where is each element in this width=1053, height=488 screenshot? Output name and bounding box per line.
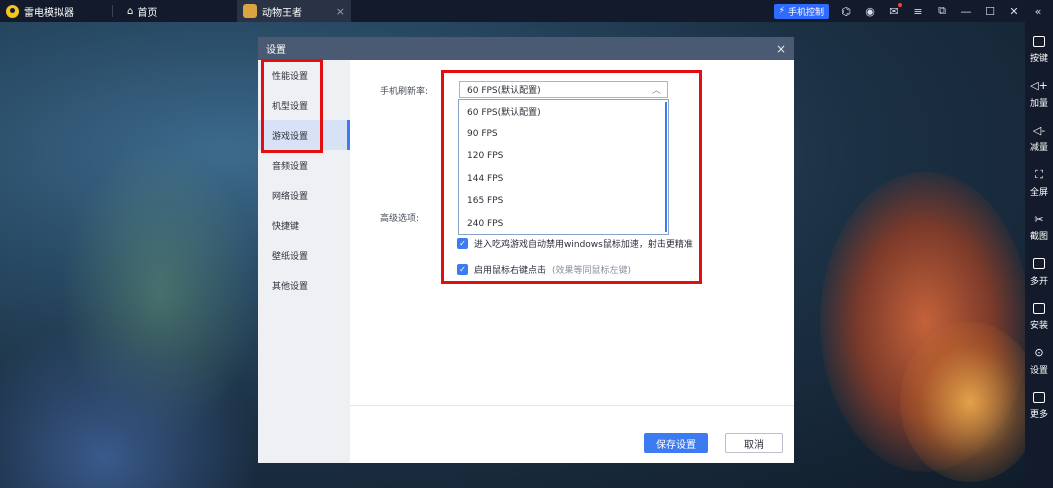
- home-tab[interactable]: ⌂ 首页: [113, 0, 231, 22]
- menu-icon[interactable]: ≡: [911, 4, 925, 18]
- phone-control-label: 手机控制: [787, 7, 824, 18]
- title-bar: 雷电模拟器 ⌂ 首页 动物王者 × ⚡ 手机控制 ⌬ ◉ ✉ ≡ ⧉ — ☐ ✕…: [0, 0, 1053, 22]
- close-icon[interactable]: ✕: [1007, 4, 1021, 18]
- collapse-icon[interactable]: «: [1031, 4, 1045, 18]
- dialog-close-icon[interactable]: ×: [776, 42, 786, 56]
- record-icon[interactable]: ◉: [863, 4, 877, 18]
- apk-icon: [1032, 301, 1046, 315]
- fps-option[interactable]: 120 FPS: [459, 145, 668, 168]
- nav-network[interactable]: 网络设置: [258, 180, 350, 210]
- nav-game[interactable]: 游戏设置: [258, 120, 350, 150]
- dialog-title: 设置: [266, 45, 286, 56]
- nav-other[interactable]: 其他设置: [258, 270, 350, 300]
- toolbar-keys-label: 按键: [1029, 54, 1048, 64]
- restore-icon[interactable]: ⧉: [935, 4, 949, 18]
- right-toolbar: 按键 ◁+ 加量 ◁- 减量 ⛶ 全屏 ✂ 截图 多开 安装 ⊙ 设置 更多: [1025, 22, 1053, 488]
- refresh-rate-label: 手机刷新率:: [380, 87, 429, 97]
- home-tab-label: 首页: [137, 7, 158, 19]
- scissors-icon: ✂: [1034, 212, 1044, 226]
- home-icon: ⌂: [127, 5, 134, 17]
- game-tab[interactable]: 动物王者 ×: [237, 0, 351, 22]
- mouse-accel-option[interactable]: ✓ 进入吃鸡游戏自动禁用windows鼠标加速，射击更精准: [457, 237, 693, 250]
- fps-option[interactable]: 165 FPS: [459, 190, 668, 213]
- toolbar-multi[interactable]: 多开: [1030, 257, 1048, 302]
- toolbar-volume-down-label: 减量: [1029, 143, 1048, 153]
- toolbar-install[interactable]: 安装: [1030, 301, 1048, 346]
- toolbar-settings-label: 设置: [1029, 365, 1048, 376]
- minimize-icon[interactable]: —: [959, 4, 973, 18]
- dialog-footer: 保存设置 取消: [350, 405, 794, 463]
- toolbar-volume-down[interactable]: ◁- 减量: [1030, 123, 1048, 168]
- settings-dialog: 设置 × 性能设置 机型设置 游戏设置 音频设置 网络设置 快捷键 壁纸设置 其…: [258, 37, 794, 463]
- toolbar-more[interactable]: 更多: [1030, 390, 1048, 435]
- refresh-rate-select[interactable]: 60 FPS(默认配置) ︿: [459, 81, 668, 98]
- fps-option[interactable]: 90 FPS: [459, 123, 668, 146]
- toolbar-keys[interactable]: 按键: [1030, 34, 1048, 79]
- checkbox-checked-icon[interactable]: ✓: [457, 238, 468, 249]
- toolbar-fullscreen[interactable]: ⛶ 全屏: [1030, 168, 1048, 213]
- toolbar-screenshot[interactable]: ✂ 截图: [1030, 212, 1048, 257]
- nav-device-model[interactable]: 机型设置: [258, 90, 350, 120]
- maximize-icon[interactable]: ☐: [983, 4, 997, 18]
- nav-audio[interactable]: 音频设置: [258, 150, 350, 180]
- checkbox-checked-icon[interactable]: ✓: [457, 264, 468, 275]
- toolbar-install-label: 安装: [1029, 321, 1048, 331]
- chevron-up-icon: ︿: [651, 86, 661, 96]
- right-click-label: 启用鼠标右键点击: [474, 266, 547, 276]
- toolbar-volume-up[interactable]: ◁+ 加量: [1030, 79, 1048, 124]
- fps-option[interactable]: 240 FPS: [459, 213, 668, 236]
- tab-close-icon[interactable]: ×: [336, 5, 345, 18]
- mouse-accel-label: 进入吃鸡游戏自动禁用windows鼠标加速，射击更精准: [474, 240, 693, 250]
- nav-performance[interactable]: 性能设置: [258, 60, 350, 90]
- multi-instance-icon: [1032, 257, 1046, 271]
- game-tab-label: 动物王者: [262, 7, 302, 19]
- toolbar-settings[interactable]: ⊙ 设置: [1030, 346, 1048, 391]
- volume-up-icon: ◁+: [1030, 79, 1048, 92]
- gamepad-icon[interactable]: ⌬: [839, 4, 853, 18]
- volume-down-icon: ◁-: [1032, 123, 1046, 137]
- settings-icon: ⊙: [1034, 346, 1044, 359]
- dropdown-scrollbar[interactable]: [665, 102, 667, 232]
- fps-option[interactable]: 60 FPS(默认配置): [459, 100, 668, 123]
- game-app-icon: [243, 4, 257, 18]
- advanced-options-label: 高级选项:: [380, 214, 420, 224]
- lightning-icon: ⚡: [778, 6, 785, 16]
- fullscreen-icon: ⛶: [1035, 167, 1043, 181]
- cancel-button[interactable]: 取消: [725, 433, 783, 453]
- right-click-option[interactable]: ✓ 启用鼠标右键点击 (效果等同鼠标左键): [457, 263, 631, 276]
- dialog-header: 设置 ×: [258, 37, 794, 60]
- toolbar-screenshot-label: 截图: [1029, 232, 1048, 242]
- right-click-hint: (效果等同鼠标左键): [552, 266, 632, 276]
- save-button[interactable]: 保存设置: [644, 433, 708, 453]
- fps-option[interactable]: 144 FPS: [459, 168, 668, 191]
- toolbar-multi-label: 多开: [1029, 276, 1048, 287]
- settings-nav: 性能设置 机型设置 游戏设置 音频设置 网络设置 快捷键 壁纸设置 其他设置: [258, 60, 350, 463]
- toolbar-fullscreen-label: 全屏: [1029, 187, 1048, 198]
- app-title: 雷电模拟器: [0, 0, 112, 22]
- nav-wallpaper[interactable]: 壁纸设置: [258, 240, 350, 270]
- more-icon: [1032, 390, 1046, 404]
- bg-glow-bottom-left: [0, 322, 260, 488]
- mail-icon[interactable]: ✉: [887, 3, 902, 18]
- refresh-rate-value: 60 FPS(默认配置): [467, 86, 541, 96]
- app-logo-icon: [6, 4, 19, 18]
- refresh-rate-dropdown: 60 FPS(默认配置) 90 FPS 120 FPS 144 FPS 165 …: [458, 99, 669, 235]
- keyboard-icon: [1032, 34, 1046, 48]
- nav-shortcuts[interactable]: 快捷键: [258, 210, 350, 240]
- window-controls: ⚡ 手机控制 ⌬ ◉ ✉ ≡ ⧉ — ☐ ✕ «: [773, 3, 1053, 19]
- toolbar-volume-up-label: 加量: [1029, 98, 1048, 109]
- toolbar-more-label: 更多: [1029, 410, 1048, 420]
- settings-content: 手机刷新率: 60 FPS(默认配置) ︿ 60 FPS(默认配置) 90 FP…: [350, 60, 794, 463]
- app-name: 雷电模拟器: [24, 7, 74, 19]
- phone-control-button[interactable]: ⚡ 手机控制: [773, 3, 829, 19]
